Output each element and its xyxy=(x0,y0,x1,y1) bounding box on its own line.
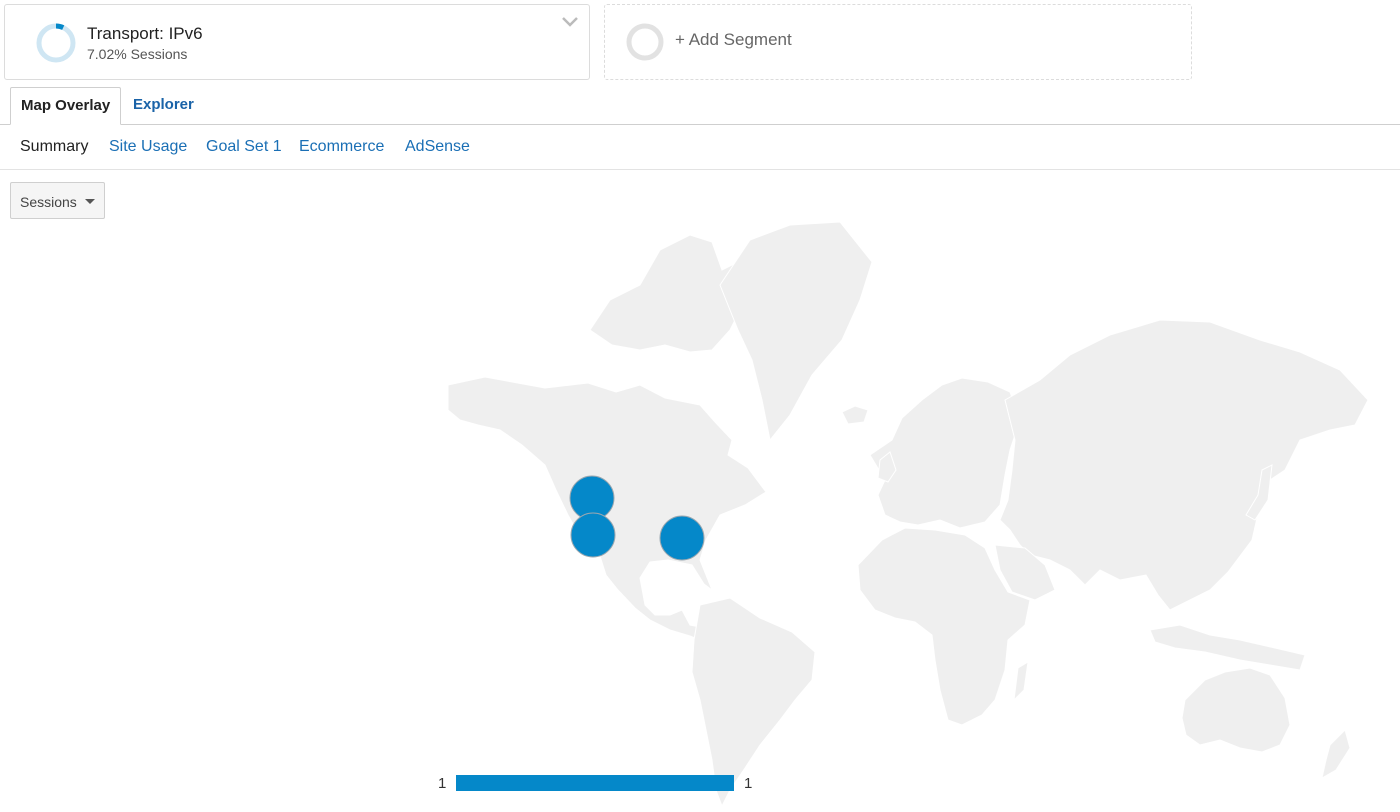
caret-down-icon xyxy=(85,199,95,204)
map-bubble-california[interactable] xyxy=(570,512,616,558)
tab-map-overlay[interactable]: Map Overlay xyxy=(10,87,122,125)
land-madagascar xyxy=(1013,661,1029,702)
metric-select[interactable]: Sessions xyxy=(10,182,105,219)
view-tabs: Map Overlay Explorer xyxy=(0,87,1400,125)
summary-subnav: Summary Site Usage Goal Set 1 Ecommerce … xyxy=(0,125,1400,170)
land-arabia xyxy=(994,544,1056,601)
map-bubble-southeast-us[interactable] xyxy=(659,515,705,561)
map-bubbles xyxy=(569,475,705,561)
land-africa xyxy=(857,527,1031,726)
legend-max-value: 1 xyxy=(744,775,753,792)
subnav-site-usage[interactable]: Site Usage xyxy=(109,138,187,156)
land-japan xyxy=(1245,464,1273,521)
land-europe xyxy=(869,377,1021,529)
metric-select-value: Sessions xyxy=(20,194,77,210)
segment-card[interactable]: Transport: IPv6 7.02% Sessions xyxy=(4,4,590,80)
legend-color-bar xyxy=(456,775,734,791)
land-asia xyxy=(999,319,1369,611)
segment-subtitle: 7.02% Sessions xyxy=(87,46,188,62)
chevron-down-icon[interactable] xyxy=(560,15,580,29)
subnav-adsense[interactable]: AdSense xyxy=(405,138,470,156)
segment-donut-icon xyxy=(36,23,76,63)
land-iceland xyxy=(841,405,869,425)
tab-explorer[interactable]: Explorer xyxy=(123,87,204,124)
subnav-ecommerce[interactable]: Ecommerce xyxy=(299,138,384,156)
legend-min-value: 1 xyxy=(438,775,447,792)
land-se-asia-islands xyxy=(1149,624,1306,671)
land-arctic-islands xyxy=(589,234,746,353)
subnav-summary[interactable]: Summary xyxy=(20,138,88,156)
segment-title: Transport: IPv6 xyxy=(87,24,203,43)
land-greenland xyxy=(719,221,873,442)
land-new-zealand xyxy=(1321,729,1351,779)
land-british-isles xyxy=(877,451,897,483)
land-australia xyxy=(1181,667,1291,753)
add-segment-button[interactable]: + Add Segment xyxy=(604,4,1192,80)
add-segment-label: + Add Segment xyxy=(675,30,792,49)
subnav-goal-set-1[interactable]: Goal Set 1 xyxy=(206,138,282,156)
empty-ring-icon xyxy=(626,23,664,61)
